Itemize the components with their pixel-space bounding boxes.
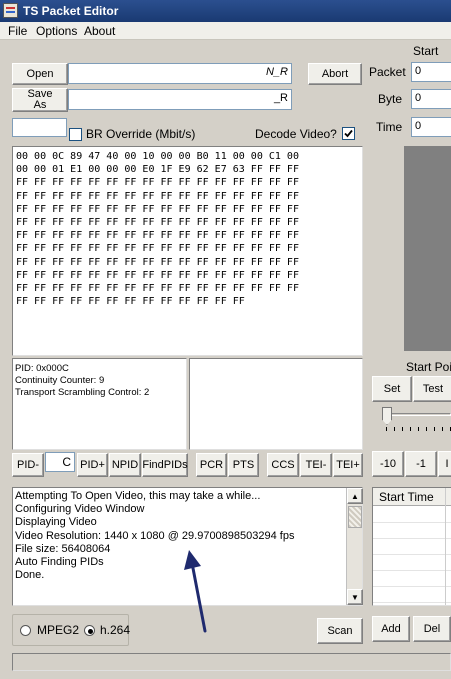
scrambling-info: Transport Scrambling Control: 2 — [15, 387, 150, 398]
scan-button[interactable]: Scan — [317, 618, 363, 644]
start-header: Start — [413, 44, 439, 58]
time-value: 0 — [415, 120, 422, 132]
start-time-header-label: Start Time — [379, 490, 434, 504]
br-override-label: BR Override (Mbit/s) — [86, 127, 196, 141]
npid-button[interactable]: NPID — [109, 453, 141, 477]
log-line: Video Resolution: 1440 x 1080 @ 29.97008… — [15, 529, 295, 542]
pts-button[interactable]: PTS — [228, 453, 259, 477]
mpeg2-label: MPEG2 — [37, 623, 80, 637]
pid-info: PID: 0x000C — [15, 363, 69, 374]
tei-plus-button[interactable]: TEI+ — [333, 453, 363, 477]
mpeg2-radio[interactable] — [20, 625, 31, 636]
hex-line: FF FF FF FF FF FF FF FF FF FF FF FF FF F… — [16, 256, 299, 268]
packet-info-panel: PID: 0x000C Continuity Counter: 9 Transp… — [12, 358, 187, 450]
packet-value: 0 — [415, 65, 422, 77]
tei-minus-button[interactable]: TEI- — [300, 453, 332, 477]
scroll-thumb[interactable] — [348, 506, 362, 528]
set-button[interactable]: Set — [372, 376, 412, 402]
decode-video-label: Decode Video? — [255, 127, 337, 141]
annotation-arrow-icon — [184, 550, 207, 633]
add-button[interactable]: Add — [372, 616, 410, 642]
title-bar[interactable]: TS Packet Editor — [0, 0, 451, 22]
hex-line: FF FF FF FF FF FF FF FF FF FF FF FF FF F… — [16, 230, 299, 242]
packet-field[interactable]: 0 — [411, 62, 451, 82]
h264-radio[interactable] — [84, 625, 95, 636]
time-field[interactable]: 0 — [411, 117, 451, 137]
slider-ticks — [386, 427, 451, 431]
abort-button[interactable]: Abort — [308, 63, 362, 85]
br-override-field[interactable] — [12, 118, 67, 137]
window-title: TS Packet Editor — [23, 4, 119, 18]
pid-minus-button[interactable]: PID- — [12, 453, 44, 477]
status-bar — [12, 653, 451, 671]
packet-label: Packet — [369, 65, 406, 79]
pid-plus-button[interactable]: PID+ — [77, 453, 108, 477]
log-line: Auto Finding PIDs — [15, 556, 104, 569]
menu-about[interactable]: About — [84, 24, 115, 38]
hex-line: 00 00 01 E1 00 00 00 E0 1F E9 62 E7 63 F… — [16, 164, 299, 176]
pid-value-field[interactable]: C — [45, 452, 75, 472]
slider-thumb[interactable] — [382, 407, 392, 425]
start-time-table[interactable]: Start Time — [372, 487, 451, 606]
byte-field[interactable]: 0 — [411, 89, 451, 109]
hex-line: FF FF FF FF FF FF FF FF FF FF FF FF FF F… — [16, 177, 299, 189]
log-line: Attempting To Open Video, this may take … — [15, 490, 261, 502]
del-button[interactable]: Del — [413, 616, 451, 642]
hex-line: 00 00 0C 89 47 40 00 10 00 00 B0 11 00 0… — [16, 151, 299, 162]
byte-value: 0 — [415, 92, 422, 104]
hex-lines: 00 00 0C 89 47 40 00 10 00 00 B0 11 00 0… — [16, 150, 359, 308]
pcr-button[interactable]: PCR — [196, 453, 227, 477]
h264-label: h.264 — [100, 623, 131, 637]
log-line: Displaying Video — [15, 516, 97, 529]
log-scrollbar[interactable]: ▲ ▼ — [346, 488, 363, 605]
menu-bar: File Options About — [0, 22, 451, 40]
open-path-field[interactable]: N_R — [68, 63, 292, 84]
hex-line: FF FF FF FF FF FF FF FF FF FF FF FF FF F… — [16, 203, 299, 215]
findpids-button[interactable]: FindPIDs — [142, 453, 188, 477]
save-path-field[interactable]: _R — [68, 89, 292, 110]
hex-line: FF FF FF FF FF FF FF FF FF FF FF FF FF F… — [16, 269, 299, 281]
open-button[interactable]: Open — [12, 63, 68, 85]
test-button[interactable]: Test — [413, 376, 451, 402]
next-button[interactable]: I — [438, 451, 451, 477]
scroll-up-icon[interactable]: ▲ — [347, 488, 363, 504]
continuity-info: Continuity Counter: 9 — [15, 375, 105, 386]
checkmark-icon — [344, 129, 353, 138]
ccs-button[interactable]: CCS — [267, 453, 299, 477]
scroll-down-icon[interactable]: ▼ — [347, 589, 363, 605]
hex-line: FF FF FF FF FF FF FF FF FF FF FF FF FF F… — [16, 216, 299, 228]
app-icon — [3, 3, 18, 18]
start-point-label: Start Poi — [406, 360, 451, 374]
video-preview — [404, 146, 451, 351]
pid-value: C — [62, 455, 71, 469]
hex-line: FF FF FF FF FF FF FF FF FF FF FF FF FF — [16, 296, 245, 308]
time-label: Time — [376, 120, 403, 134]
hex-editor[interactable]: 00 00 0C 89 47 40 00 10 00 00 B0 11 00 0… — [12, 146, 363, 356]
log-line: File size: 56408064 — [15, 542, 111, 555]
save-path-value: _R — [273, 92, 288, 104]
hex-line: FF FF FF FF FF FF FF FF FF FF FF FF FF F… — [16, 243, 299, 255]
byte-label: Byte — [378, 92, 403, 106]
log-line: Configuring Video Window — [15, 503, 145, 516]
save-as-button[interactable]: Save As — [12, 88, 68, 112]
log-line: Done. — [15, 569, 45, 582]
start-time-header[interactable]: Start Time — [373, 488, 451, 506]
log-lines: Attempting To Open Video, this may take … — [15, 490, 294, 582]
br-override-checkbox[interactable] — [69, 128, 82, 141]
menu-file[interactable]: File — [8, 24, 27, 38]
minus1-button[interactable]: -1 — [405, 451, 437, 477]
table-grid — [373, 507, 451, 605]
open-path-value: N_R — [265, 66, 288, 78]
menu-options[interactable]: Options — [36, 24, 77, 38]
position-slider[interactable] — [378, 405, 451, 437]
decode-video-checkbox[interactable] — [342, 127, 355, 140]
secondary-info-panel — [189, 358, 363, 450]
minus10-button[interactable]: -10 — [372, 451, 404, 477]
hex-line: FF FF FF FF FF FF FF FF FF FF FF FF FF F… — [16, 282, 299, 294]
hex-line: FF FF FF FF FF FF FF FF FF FF FF FF FF F… — [16, 190, 299, 202]
